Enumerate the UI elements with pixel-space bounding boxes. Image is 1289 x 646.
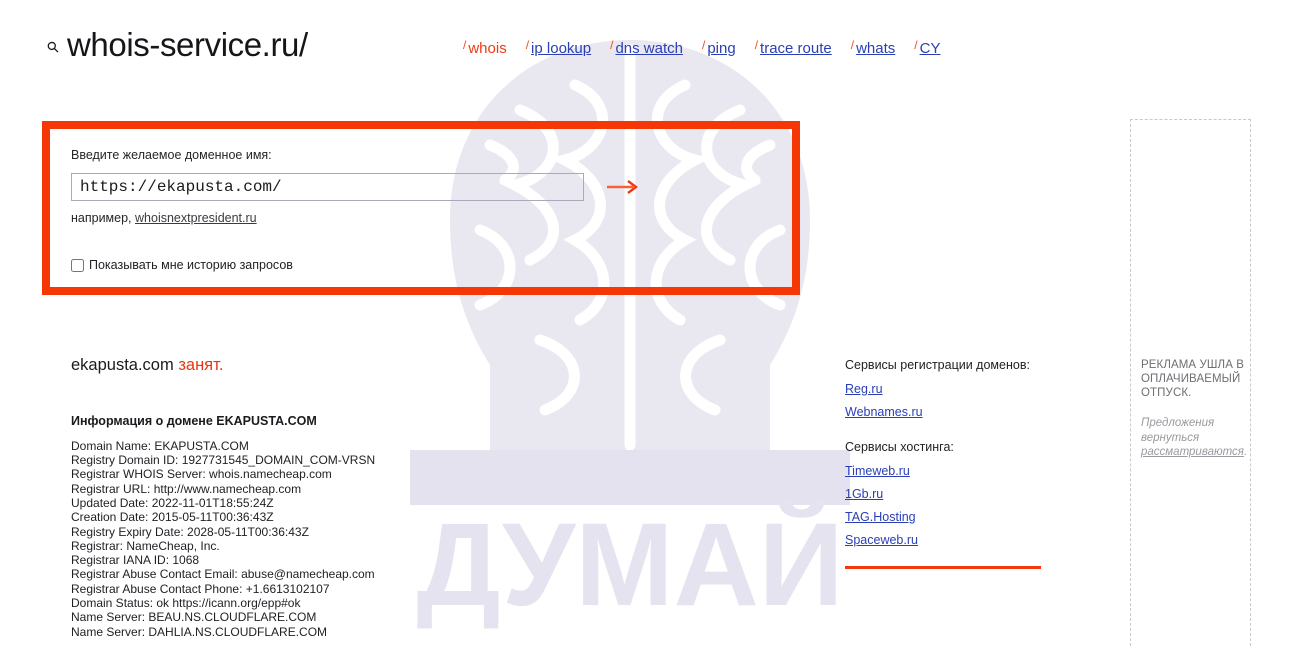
- slash-separator-icon: /: [463, 38, 467, 52]
- input-row: [71, 173, 671, 201]
- ad-subtext-prefix: Предложения вернуться: [1141, 417, 1215, 444]
- nav-link-cy[interactable]: CY: [920, 40, 941, 57]
- registrar-services-title: Сервисы регистрации доменов:: [845, 358, 1030, 372]
- example-hint-prefix: например,: [71, 211, 136, 225]
- domain-input-label: Введите желаемое доменное имя:: [71, 148, 272, 162]
- nav-item-whats[interactable]: / whats: [850, 38, 896, 57]
- whois-line: Registry Expiry Date: 2028-05-11T00:36:4…: [71, 524, 309, 539]
- history-checkbox-row[interactable]: Показывать мне историю запросов: [71, 258, 671, 273]
- whois-line: Creation Date: 2015-05-11T00:36:43Z: [71, 510, 274, 525]
- whois-line: Name Server: DAHLIA.NS.CLOUDFLARE.COM: [71, 624, 328, 639]
- service-link-1gb[interactable]: 1Gb.ru: [845, 487, 883, 502]
- nav-link-whois[interactable]: whois: [468, 40, 506, 57]
- advertisement-placeholder: РЕКЛАМА УШЛА В ОПЛАЧИВАЕМЫЙ ОТПУСК. Пред…: [1130, 119, 1251, 646]
- service-link-reg-ru[interactable]: Reg.ru: [845, 382, 883, 397]
- ad-subtext-link[interactable]: рассматриваются: [1141, 446, 1244, 458]
- whois-line: Registrar Abuse Contact Email: abuse@nam…: [71, 567, 375, 582]
- whois-line: Updated Date: 2022-11-01T18:55:24Z: [71, 495, 274, 510]
- slash-separator-icon: /: [914, 38, 918, 52]
- example-hint: например, whoisnextpresident.ru: [71, 211, 671, 226]
- nav-item-dns-watch[interactable]: / dns watch: [610, 38, 683, 57]
- show-history-checkbox[interactable]: [71, 259, 84, 272]
- site-header: ⚲ whois-service.ru/ / whois / ip lookup …: [0, 0, 1289, 92]
- whois-line: Registrar WHOIS Server: whois.namecheap.…: [71, 467, 332, 482]
- nav-link-trace-route[interactable]: trace route: [760, 40, 832, 57]
- nav-link-ping[interactable]: ping: [707, 40, 735, 57]
- status-badge: занят.: [178, 356, 224, 374]
- services-sidebar: Сервисы регистрации доменов: Reg.ru Webn…: [845, 358, 1045, 569]
- magnifier-icon: ⚲: [43, 37, 64, 58]
- slash-separator-icon: /: [701, 38, 706, 52]
- whois-search-form: Введите желаемое доменное имя: например,…: [71, 148, 671, 273]
- ad-headline: РЕКЛАМА УШЛА В ОПЛАЧИВАЕМЫЙ ОТПУСК.: [1141, 359, 1245, 399]
- show-history-label[interactable]: Показывать мне историю запросов: [89, 258, 293, 273]
- result-domain-name: ekapusta.com: [71, 356, 174, 374]
- hosting-services-title: Сервисы хостинга:: [845, 440, 954, 454]
- nav-item-trace-route[interactable]: / trace route: [754, 38, 832, 57]
- whois-line: Domain Name: EKAPUSTA.COM: [71, 438, 249, 453]
- ad-subtext-suffix: .: [1243, 446, 1248, 458]
- main-nav: / whois / ip lookup / dns watch / ping /…: [463, 38, 941, 57]
- slash-separator-icon: /: [610, 38, 614, 52]
- slash-separator-icon: /: [525, 38, 530, 52]
- service-link-webnames[interactable]: Webnames.ru: [845, 405, 923, 420]
- whois-line: Registrar IANA ID: 1068: [71, 553, 200, 568]
- page-title: whois-service.ru/: [67, 26, 308, 63]
- arrow-right-icon: [607, 180, 638, 194]
- nav-link-whats[interactable]: whats: [856, 40, 895, 57]
- nav-item-ip-lookup[interactable]: / ip lookup: [525, 38, 591, 57]
- whois-line: Registrar Abuse Contact Phone: +1.661310…: [71, 581, 330, 596]
- nav-link-dns-watch[interactable]: dns watch: [615, 40, 683, 57]
- nav-item-ping[interactable]: / ping: [701, 38, 736, 57]
- slash-separator-icon: /: [850, 38, 855, 52]
- whois-results: ekapusta.com занят. Информация о домене …: [71, 356, 551, 639]
- service-link-timeweb[interactable]: Timeweb.ru: [845, 464, 910, 479]
- whois-line: Name Server: BEAU.NS.CLOUDFLARE.COM: [71, 610, 317, 625]
- whois-section-heading: Информация о домене EKAPUSTA.COM: [71, 413, 317, 428]
- service-link-spaceweb[interactable]: Spaceweb.ru: [845, 533, 918, 548]
- whois-line: Registrar URL: http://www.namecheap.com: [71, 481, 302, 496]
- whois-record-list: Domain Name: EKAPUSTA.COM Registry Domai…: [71, 439, 551, 639]
- whois-line: Registry Domain ID: 1927731545_DOMAIN_CO…: [71, 453, 376, 468]
- domain-search-input[interactable]: [71, 173, 584, 201]
- page-root: ДУМАЙ ⚲ whois-service.ru/ / whois / ip l…: [0, 0, 1289, 646]
- ad-content: РЕКЛАМА УШЛА В ОПЛАЧИВАЕМЫЙ ОТПУСК. Пред…: [1141, 358, 1251, 460]
- nav-item-whois[interactable]: / whois: [463, 38, 507, 57]
- nav-link-ip-lookup[interactable]: ip lookup: [531, 40, 591, 57]
- example-domain-link[interactable]: whoisnextpresident.ru: [135, 211, 257, 225]
- service-link-tag-hosting[interactable]: TAG.Hosting: [845, 510, 916, 525]
- nav-item-cy[interactable]: / CY: [914, 38, 941, 57]
- domain-status-line: ekapusta.com занят.: [71, 356, 551, 376]
- whois-line: Registrar: NameCheap, Inc.: [71, 538, 220, 553]
- whois-line: Domain Status: ok https://icann.org/epp#…: [71, 596, 301, 611]
- site-brand[interactable]: ⚲ whois-service.ru/: [44, 26, 309, 63]
- ad-subtext: Предложения вернуться рассматриваются.: [1141, 416, 1251, 460]
- services-divider: [845, 566, 1041, 569]
- submit-search-button[interactable]: [606, 179, 640, 195]
- slash-separator-icon: /: [754, 38, 759, 52]
